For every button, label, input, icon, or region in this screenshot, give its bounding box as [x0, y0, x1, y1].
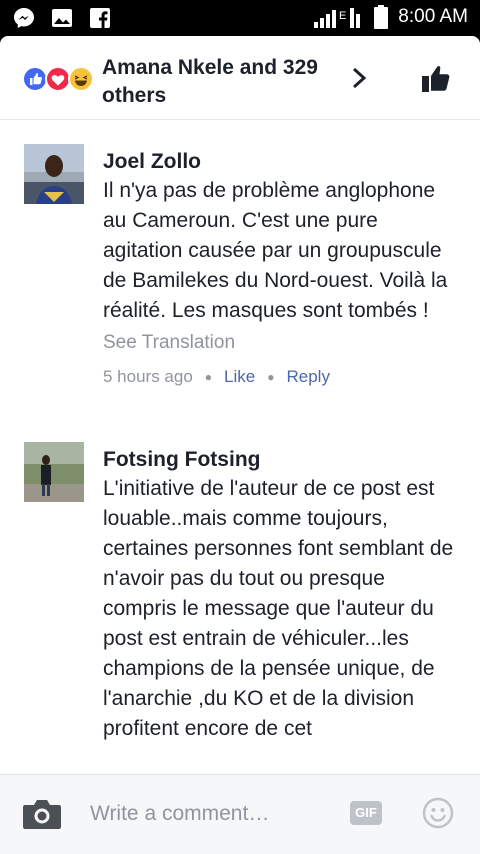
comment-composer: GIF — [0, 774, 480, 854]
gif-button[interactable]: GIF — [350, 801, 382, 825]
comment-input[interactable] — [90, 797, 330, 831]
separator-dot: ● — [204, 370, 213, 384]
comment-timestamp: 5 hours ago — [103, 367, 193, 386]
chevron-right-icon[interactable] — [348, 66, 370, 90]
signal-strength-icon: E — [314, 8, 361, 28]
comment-text: L'initiative de l'auteur de ce post est … — [103, 477, 454, 740]
image-icon — [52, 9, 72, 27]
comment-meta: 5 hours ago ● Like ● Reply — [103, 365, 463, 389]
see-translation-link[interactable]: See Translation — [103, 329, 463, 357]
like-comment-button[interactable]: Like — [224, 365, 255, 389]
battery-icon — [374, 5, 389, 29]
haha-reaction-icon — [68, 66, 94, 92]
comment-author[interactable]: Joel Zollo — [103, 148, 463, 176]
comment-text: Il n'ya pas de problème anglophone au Ca… — [103, 179, 448, 322]
facebook-icon — [90, 8, 110, 28]
separator-dot: ● — [267, 370, 275, 384]
network-type-label: E — [339, 10, 346, 22]
comments-sheet: Amana Nkele and 329 others Joel Zollo Il… — [0, 36, 480, 854]
emoji-icon[interactable] — [422, 797, 454, 829]
reply-comment-button[interactable]: Reply — [286, 365, 329, 389]
like-post-thumb-icon[interactable] — [420, 64, 452, 94]
camera-icon[interactable] — [22, 797, 62, 831]
comment-author[interactable]: Fotsing Fotsing — [103, 446, 463, 474]
clock: 8:00 AM — [398, 6, 468, 27]
avatar[interactable] — [24, 144, 84, 204]
avatar[interactable] — [24, 442, 84, 502]
messenger-icon — [14, 8, 34, 28]
reactions-summary[interactable]: Amana Nkele and 329 others — [102, 54, 332, 110]
reaction-icons — [22, 66, 98, 94]
status-bar: E 8:00 AM — [0, 0, 480, 36]
reactions-header[interactable]: Amana Nkele and 329 others — [0, 36, 480, 120]
